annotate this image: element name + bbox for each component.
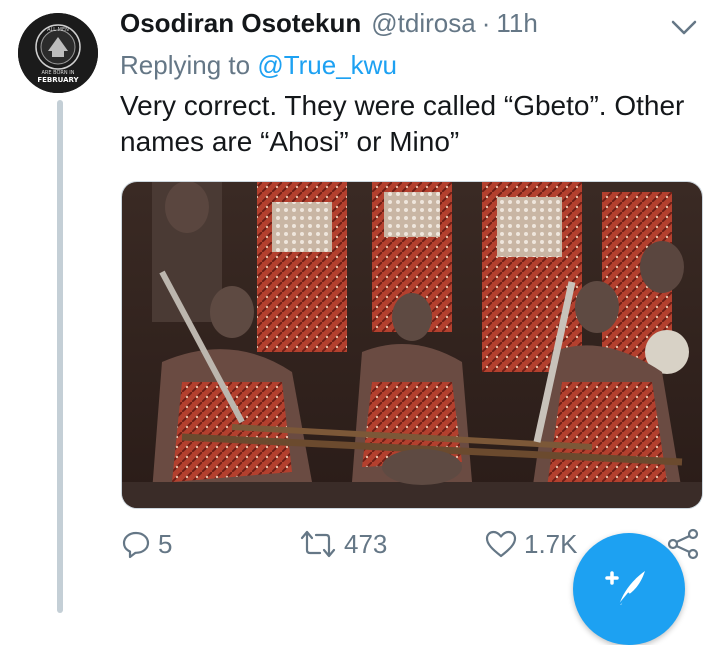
- compose-tweet-icon: [605, 571, 645, 606]
- author-display-name[interactable]: Osodiran Osotekun: [120, 8, 361, 39]
- author-handle[interactable]: @tdirosa: [371, 8, 475, 39]
- avatar-text-top: ALL MEN: [47, 27, 69, 33]
- header-separator: ·: [481, 8, 491, 38]
- reply-icon: [120, 528, 152, 560]
- like-button[interactable]: 1.7K: [484, 528, 578, 560]
- retweet-icon: [298, 528, 338, 560]
- reply-count: 5: [158, 528, 173, 559]
- replying-to-label: Replying to: [120, 50, 251, 80]
- thread-line: [57, 100, 63, 613]
- tweet-text: Very correct. They were called “Gbeto”. …: [120, 90, 685, 157]
- tweet-header: Osodiran Osotekun @tdirosa · 11h: [120, 8, 538, 44]
- avatar-text-bottom: FEBRUARY: [37, 76, 79, 84]
- retweet-count: 473: [344, 528, 388, 559]
- retweet-button[interactable]: 473: [298, 528, 387, 560]
- compose-tweet-button[interactable]: [573, 533, 685, 645]
- tweet-timestamp[interactable]: 11h: [496, 8, 537, 39]
- replying-to-line: Replying to @True_kwu: [120, 50, 397, 81]
- author-avatar[interactable]: ALL MEN ARE BORN IN FEBRUARY: [18, 13, 98, 93]
- like-count: 1.7K: [524, 528, 578, 559]
- photo-illustration: [122, 182, 702, 508]
- replying-to-mention[interactable]: @True_kwu: [257, 50, 397, 80]
- avatar-badge-graphic: ALL MEN ARE BORN IN FEBRUARY: [18, 13, 98, 93]
- tweet-photo[interactable]: [121, 181, 703, 509]
- chevron-down-icon[interactable]: [668, 12, 700, 44]
- heart-icon: [484, 528, 518, 560]
- reply-button[interactable]: 5: [120, 528, 172, 560]
